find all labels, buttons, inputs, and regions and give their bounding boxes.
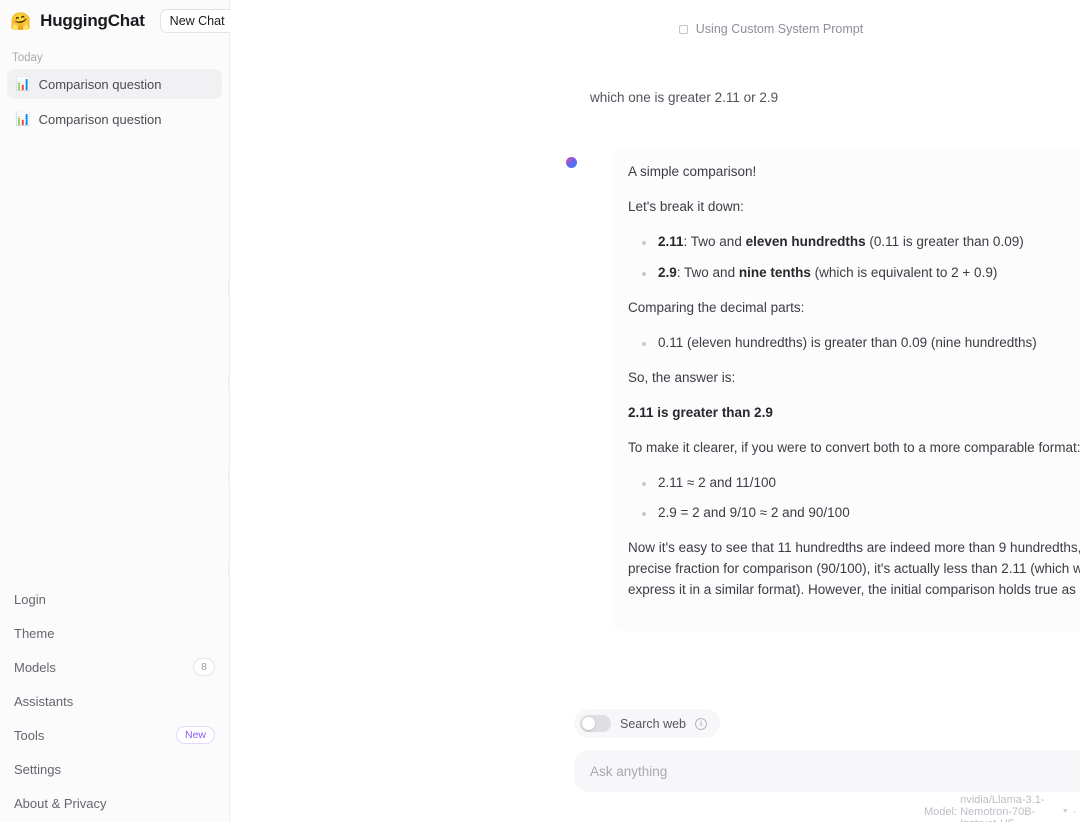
list-tail: (0.11 is greater than 0.09) — [865, 234, 1024, 250]
app-root: 🤗 HuggingChat New Chat Today 📊 Compariso… — [0, 0, 1080, 822]
list-tail: (which is equivalent to 2 + 0.9) — [810, 265, 998, 281]
brand-title: HuggingChat — [40, 11, 145, 30]
sidebar-item-label: Models — [14, 659, 56, 675]
assistant-answer-lead: So, the answer is: — [628, 369, 736, 385]
assistant-intro: A simple comparison! — [628, 164, 757, 180]
assistant-closing: Now it's easy to see that 11 hundredths … — [628, 540, 1080, 598]
list-item: 2.9: Two and nine tenths (which is equiv… — [642, 263, 1080, 284]
toggle-knob — [582, 717, 595, 730]
assistant-avatar — [566, 157, 577, 169]
user-message: which one is greater 2.11 or 2.9 — [590, 90, 779, 105]
prompt-input[interactable]: Ask anything — [590, 764, 1080, 779]
sidebar-item-assistants[interactable]: Assistants — [7, 684, 222, 718]
square-outline-icon — [678, 24, 688, 34]
assistant-list-comparing: 0.11 (eleven hundredths) is greater than… — [628, 333, 1080, 354]
sidebar-item-label: Theme — [14, 625, 55, 641]
sidebar-item-settings[interactable]: Settings — [7, 752, 222, 786]
list-term: 2.11 — [658, 234, 684, 250]
chat-list: 📊 Comparison question 📊 Comparison quest… — [0, 69, 229, 139]
assistant-message-body: A simple comparison! Let's break it down… — [612, 148, 1080, 632]
assistant-breakdown-lead: Let's break it down: — [628, 199, 744, 215]
list-mid: : Two and — [676, 265, 739, 281]
sidebar-footer: Login Theme Models 8 Assistants Tools Ne… — [0, 582, 229, 822]
model-selector[interactable]: nvidia/Llama-3.1-Nemotron-70B-Instruct-H… — [960, 794, 1060, 822]
list-item: 2.9 = 2 and 9/10 ≈ 2 and 90/100 — [642, 503, 1080, 524]
composer: Search web i Ask anything ▲ ▼ Model: nvi… — [230, 709, 1080, 822]
chat-group-label: Today — [12, 52, 43, 64]
search-web-toggle[interactable] — [580, 715, 611, 732]
tools-new-badge: New — [175, 725, 215, 745]
footer-separator: · — [1072, 805, 1077, 818]
assistant-list-breakdown: 2.11: Two and eleven hundredths (0.11 is… — [628, 232, 1080, 284]
list-mid: : Two and — [683, 234, 746, 250]
system-prompt-indicator[interactable]: Using Custom System Prompt — [678, 22, 864, 36]
sidebar: 🤗 HuggingChat New Chat Today 📊 Compariso… — [0, 0, 235, 822]
footer-model-prefix: Model: — [924, 805, 958, 818]
sidebar-item-tools[interactable]: Tools New — [7, 718, 222, 752]
prompt-input-container[interactable]: Ask anything ▲ ▼ — [574, 750, 1080, 792]
sidebar-item-theme[interactable]: Theme — [7, 616, 222, 650]
search-web-label: Search web — [620, 716, 687, 731]
chat-item-label: Comparison question — [38, 76, 162, 92]
bar-chart-icon: 📊 — [15, 76, 31, 91]
chat-list-item[interactable]: 📊 Comparison question — [7, 69, 222, 99]
sidebar-item-label: Login — [14, 591, 46, 607]
list-term: 2.9 — [658, 265, 677, 281]
chat-list-item[interactable]: 📊 Comparison question — [7, 104, 222, 134]
info-icon[interactable]: i — [695, 717, 708, 730]
list-term-emphasis: nine tenths — [738, 265, 811, 281]
sidebar-item-label: Assistants — [14, 693, 74, 709]
search-web-control[interactable]: Search web i — [574, 709, 721, 738]
sidebar-header: 🤗 HuggingChat New Chat — [0, 0, 235, 40]
models-count-badge: 8 — [193, 657, 215, 677]
list-item: 0.11 (eleven hundredths) is greater than… — [642, 333, 1080, 354]
sidebar-item-models[interactable]: Models 8 — [7, 650, 222, 684]
assistant-clarify-lead: To make it clearer, if you were to conve… — [628, 439, 1080, 455]
assistant-message: A simple comparison! Let's break it down… — [230, 148, 1080, 632]
main-panel: Using Custom System Prompt which one is … — [230, 0, 1080, 822]
sidebar-item-label: Tools — [14, 727, 45, 743]
new-chat-button[interactable]: New Chat — [159, 8, 235, 34]
system-prompt-bar: Using Custom System Prompt — [230, 0, 1080, 58]
assistant-comparing-lead: Comparing the decimal parts: — [628, 299, 805, 315]
assistant-answer: 2.11 is greater than 2.9 — [628, 404, 773, 420]
sidebar-item-label: About & Privacy — [14, 795, 107, 811]
sidebar-item-about-privacy[interactable]: About & Privacy — [7, 786, 222, 820]
assistant-list-fractions: 2.11 ≈ 2 and 11/100 2.9 = 2 and 9/10 ≈ 2… — [628, 473, 1080, 525]
chat-item-label: Comparison question — [38, 111, 162, 127]
sidebar-item-login[interactable]: Login — [7, 582, 222, 616]
list-item: 2.11: Two and eleven hundredths (0.11 is… — [642, 232, 1080, 253]
list-item: 2.11 ≈ 2 and 11/100 — [642, 473, 1080, 494]
list-term-emphasis: eleven hundredths — [745, 234, 866, 250]
bar-chart-icon: 📊 — [15, 111, 31, 126]
chevron-down-icon[interactable]: ▼ — [1062, 808, 1069, 815]
sidebar-item-label: Settings — [14, 761, 61, 777]
composer-footer: Model: nvidia/Llama-3.1-Nemotron-70B-Ins… — [574, 792, 1080, 822]
conversation-scroll-area: which one is greater 2.11 or 2.9 A simpl… — [230, 58, 1080, 709]
huggingchat-logo-icon: 🤗 — [10, 11, 32, 31]
system-prompt-label: Using Custom System Prompt — [695, 22, 864, 36]
